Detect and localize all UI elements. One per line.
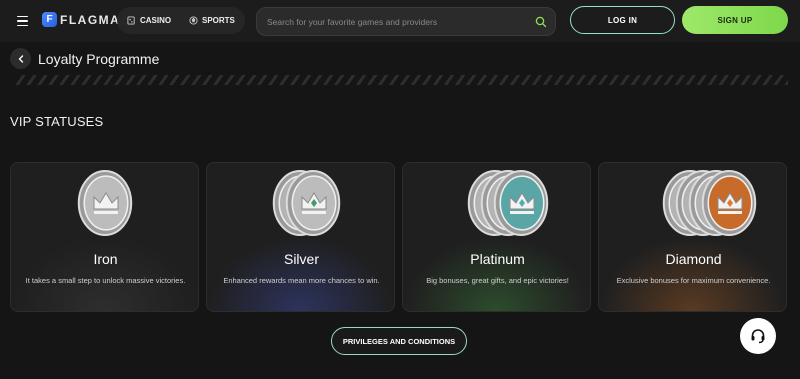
platinum-coin-icon [467,170,549,236]
tier-card-platinum[interactable]: Platinum Big bonuses, great gifts, and e… [402,162,591,312]
search-input[interactable] [267,16,527,27]
search-bar[interactable] [256,7,556,36]
crown-base [718,211,742,214]
coin-front [77,170,133,236]
signup-button[interactable]: SIGN UP [682,6,788,34]
login-button[interactable]: LOG IN [570,6,675,34]
section-title: VIP STATUSES [10,114,104,129]
diamond-coin-icon [662,170,757,236]
tier-name: Diamond [665,251,722,267]
support-chat-button[interactable] [740,318,776,354]
tier-card-silver[interactable]: Silver Enhanced rewards mean more chance… [206,162,395,312]
tier-name: Platinum [470,251,525,267]
ball-icon [189,16,198,25]
tier-description: Exclusive bonuses for maximum convenienc… [616,276,771,285]
crown-base [510,211,534,214]
tier-name: Iron [93,251,118,267]
coin-front [285,170,341,236]
nav-casino-label: CASINO [140,16,172,25]
silver-coin-icon [272,170,341,236]
logo-mark: F [42,12,57,27]
search-icon[interactable] [535,16,547,28]
headset-icon [751,329,765,344]
crown-base [302,211,326,214]
coin-front [493,170,549,236]
dice-icon [127,16,135,25]
top-header: F FLAGMAN CASINO SPORTS LOG IN SIGN UP [0,0,800,42]
back-button[interactable] [10,48,31,69]
nav-casino[interactable]: CASINO [127,7,171,34]
coin-front [701,170,757,236]
nav-pill: CASINO SPORTS [117,7,245,34]
tier-card-diamond[interactable]: Diamond Exclusive bonuses for maximum co… [598,162,787,312]
chevron-left-icon [18,54,23,63]
page-title: Loyalty Programme [38,51,160,67]
privileges-and-conditions-button[interactable]: PRIVILEGES AND CONDITIONS [331,327,467,355]
decorative-divider [16,75,788,85]
tier-description: Enhanced rewards mean more chances to wi… [223,276,380,285]
menu-icon[interactable] [10,9,34,33]
iron-coin-icon [77,170,133,236]
nav-sports-label: SPORTS [202,16,235,25]
nav-sports[interactable]: SPORTS [189,7,235,34]
crown-base [94,211,118,214]
tier-card-iron[interactable]: Iron It takes a small step to unlock mas… [10,162,199,312]
tier-name: Silver [283,251,319,267]
tier-description: Big bonuses, great gifts, and epic victo… [426,276,569,285]
tier-description: It takes a small step to unlock massive … [25,276,186,285]
